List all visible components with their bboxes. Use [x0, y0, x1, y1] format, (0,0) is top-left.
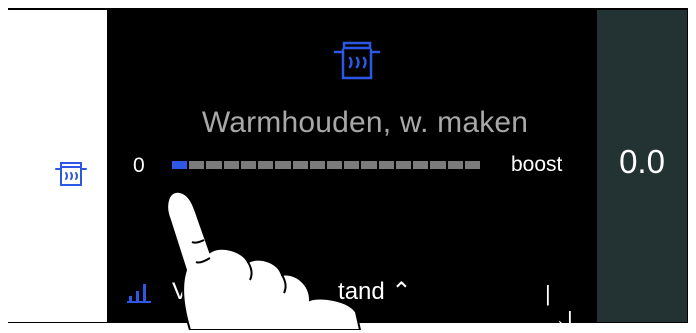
- slider-segment: [361, 161, 377, 169]
- slider-segment: [240, 161, 257, 169]
- slider-max-label: boost: [511, 153, 563, 176]
- power-value: 0.0: [619, 143, 665, 180]
- slider-segment: [309, 161, 325, 169]
- slider-segment: [413, 161, 429, 169]
- slider-min-label: 0: [133, 154, 145, 177]
- slider-segment: [327, 161, 343, 169]
- slider-segment: [258, 161, 274, 169]
- slider-segment: [464, 161, 480, 169]
- slider-segment: [344, 161, 360, 169]
- power-level-slider[interactable]: [172, 161, 482, 171]
- skip-next-icon[interactable]: |→|: [545, 281, 577, 332]
- function-title: Warmhouden, w. maken: [201, 106, 529, 139]
- slider-segment: [275, 161, 291, 169]
- slider-segment: [378, 161, 394, 169]
- slider-segment: [430, 161, 446, 169]
- pointing-hand-image: [166, 190, 362, 330]
- skip-next-label: |→|: [545, 281, 573, 332]
- slider-segment: [447, 161, 463, 169]
- pot-steam-icon: [333, 41, 381, 80]
- slider-segment: [172, 161, 188, 169]
- zone-selector-panel[interactable]: [8, 10, 107, 322]
- pot-steam-icon: [55, 162, 87, 186]
- slider-segment: [223, 161, 239, 169]
- slider-segment: [206, 161, 222, 169]
- slider-segment: [292, 161, 308, 169]
- slider-segment: [189, 161, 205, 169]
- slider-segment: [395, 161, 412, 169]
